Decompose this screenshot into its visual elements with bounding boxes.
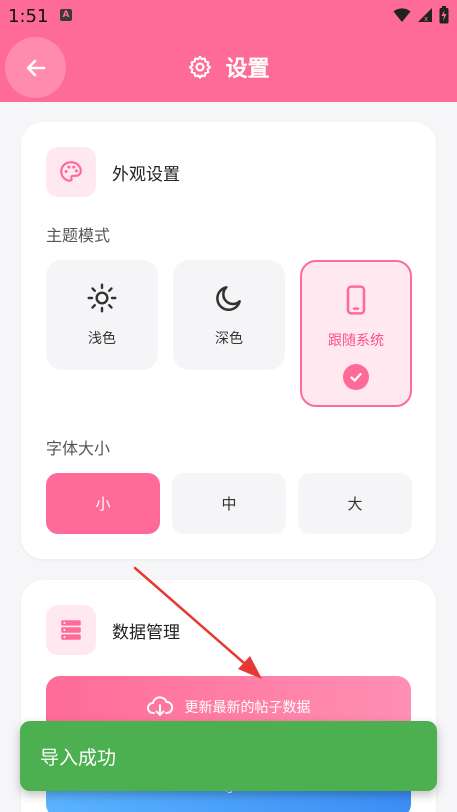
theme-option-system[interactable]: 跟随系统 [300, 260, 412, 407]
data-card-title: 数据管理 [112, 622, 180, 643]
appearance-card: 外观设置 主题模式 浅色 深色 跟随系统 字体大小 小 中 大 [21, 122, 436, 559]
font-size-small[interactable]: 小 [46, 473, 160, 534]
database-icon [61, 620, 81, 640]
data-card-header: 数据管理 [46, 605, 180, 655]
signal-icon: x [418, 8, 432, 23]
toast-text: 导入成功 [40, 746, 117, 769]
wifi-icon [393, 8, 411, 22]
page-title: 设置 [225, 57, 270, 82]
theme-option-dark[interactable]: 深色 [173, 260, 285, 370]
svg-text:x: x [424, 15, 428, 23]
status-time: 1:51 [8, 6, 49, 27]
battery-charging-icon [439, 6, 449, 24]
app-bar: 设置 [0, 32, 457, 102]
palette-icon-tile [46, 147, 96, 197]
theme-option-label: 跟随系统 [328, 333, 384, 349]
theme-option-label: 深色 [215, 331, 243, 347]
page-title-group: 设置 [0, 51, 457, 83]
theme-option-light[interactable]: 浅色 [46, 260, 158, 370]
gear-icon [189, 55, 212, 79]
toast-message: 导入成功 [20, 721, 437, 791]
phone-icon [346, 285, 366, 315]
status-icons: x [393, 6, 449, 24]
notification-a-icon: A [60, 9, 72, 21]
selected-check-icon [343, 364, 369, 390]
palette-icon [60, 161, 82, 182]
font-size-large[interactable]: 大 [298, 473, 412, 534]
cloud-download-icon [146, 696, 173, 716]
font-size-label: 字体大小 [46, 439, 111, 458]
database-icon-tile [46, 605, 96, 655]
update-posts-label: 更新最新的帖子数据 [184, 700, 311, 716]
settings-content[interactable]: 外观设置 主题模式 浅色 深色 跟随系统 字体大小 小 中 大 数据管理 更新最… [0, 102, 457, 812]
moon-icon [216, 286, 241, 311]
appearance-card-header: 外观设置 [46, 147, 180, 197]
theme-option-label: 浅色 [88, 331, 116, 347]
appearance-card-title: 外观设置 [112, 164, 180, 185]
status-bar: 1:51 A x [0, 0, 457, 32]
sun-icon [87, 283, 117, 313]
font-size-medium[interactable]: 中 [172, 473, 286, 534]
theme-mode-label: 主题模式 [46, 226, 111, 245]
